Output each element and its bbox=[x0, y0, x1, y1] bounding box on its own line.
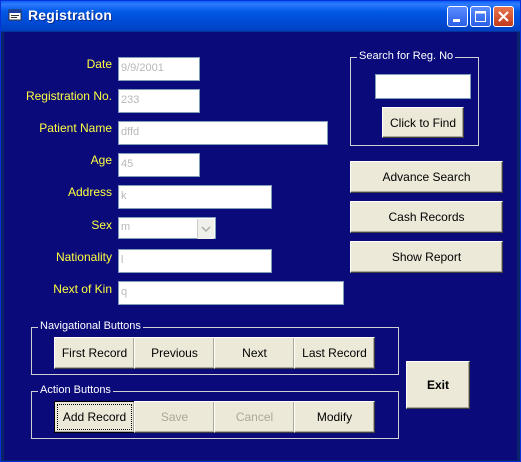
previous-button[interactable]: Previous bbox=[134, 337, 215, 369]
click-to-find-button[interactable]: Click to Find bbox=[382, 107, 464, 138]
registration-no-field[interactable]: 233 bbox=[118, 89, 200, 113]
sex-label: Sex bbox=[91, 218, 112, 232]
sex-value: m bbox=[121, 221, 131, 233]
date-label: Date bbox=[86, 57, 112, 71]
minimize-icon bbox=[453, 19, 460, 22]
title-bar[interactable]: Registration bbox=[1, 1, 520, 32]
next-of-kin-field[interactable]: q bbox=[118, 281, 344, 305]
first-record-button[interactable]: First Record bbox=[54, 337, 135, 369]
advance-search-button[interactable]: Advance Search bbox=[350, 161, 503, 193]
cancel-button[interactable]: Cancel bbox=[214, 401, 295, 433]
age-label: Age bbox=[90, 153, 112, 167]
navigational-group: Navigational Buttons First Record Previo… bbox=[31, 320, 399, 375]
form-client-area: Date 9/9/2001 Registration No. 233 Patie… bbox=[4, 32, 517, 460]
modify-button[interactable]: Modify bbox=[294, 401, 375, 433]
navigational-group-title: Navigational Buttons bbox=[38, 320, 143, 332]
close-button[interactable] bbox=[493, 6, 514, 27]
show-report-button[interactable]: Show Report bbox=[350, 241, 503, 273]
date-field[interactable]: 9/9/2001 bbox=[118, 57, 200, 81]
age-field[interactable]: 45 bbox=[118, 153, 200, 177]
search-group-title: Search for Reg. No bbox=[357, 50, 456, 62]
chevron-down-icon bbox=[201, 226, 211, 233]
close-icon bbox=[498, 11, 509, 22]
maximize-button[interactable] bbox=[470, 6, 491, 27]
sex-dropdown-button[interactable] bbox=[197, 219, 214, 239]
cash-records-button[interactable]: Cash Records bbox=[350, 201, 503, 233]
exit-button[interactable]: Exit bbox=[406, 361, 470, 409]
address-label: Address bbox=[67, 185, 112, 199]
patient-name-label: Patient Name bbox=[39, 121, 112, 135]
action-group: Action Buttons Add Record Save Cancel Mo… bbox=[31, 384, 399, 439]
last-record-button[interactable]: Last Record bbox=[294, 337, 375, 369]
registration-window: Registration Date 9/9/2001 Registration … bbox=[0, 0, 521, 462]
address-field[interactable]: k bbox=[118, 185, 272, 209]
next-of-kin-label: Next of Kin bbox=[53, 282, 112, 296]
minimize-button[interactable] bbox=[447, 6, 468, 27]
search-reg-input[interactable] bbox=[375, 74, 471, 99]
form-icon bbox=[8, 9, 22, 21]
next-button[interactable]: Next bbox=[214, 337, 295, 369]
add-record-button[interactable]: Add Record bbox=[54, 401, 135, 433]
maximize-icon bbox=[475, 11, 486, 22]
nationality-label: Nationality bbox=[55, 250, 112, 264]
sex-select[interactable]: m bbox=[118, 217, 216, 239]
action-group-title: Action Buttons bbox=[38, 384, 113, 396]
window-title: Registration bbox=[28, 7, 113, 23]
save-button[interactable]: Save bbox=[134, 401, 215, 433]
patient-name-field[interactable]: dffd bbox=[118, 121, 328, 145]
search-group: Search for Reg. No Click to Find bbox=[350, 50, 479, 146]
nationality-field[interactable]: l bbox=[118, 249, 272, 273]
registration-no-label: Registration No. bbox=[25, 89, 112, 103]
